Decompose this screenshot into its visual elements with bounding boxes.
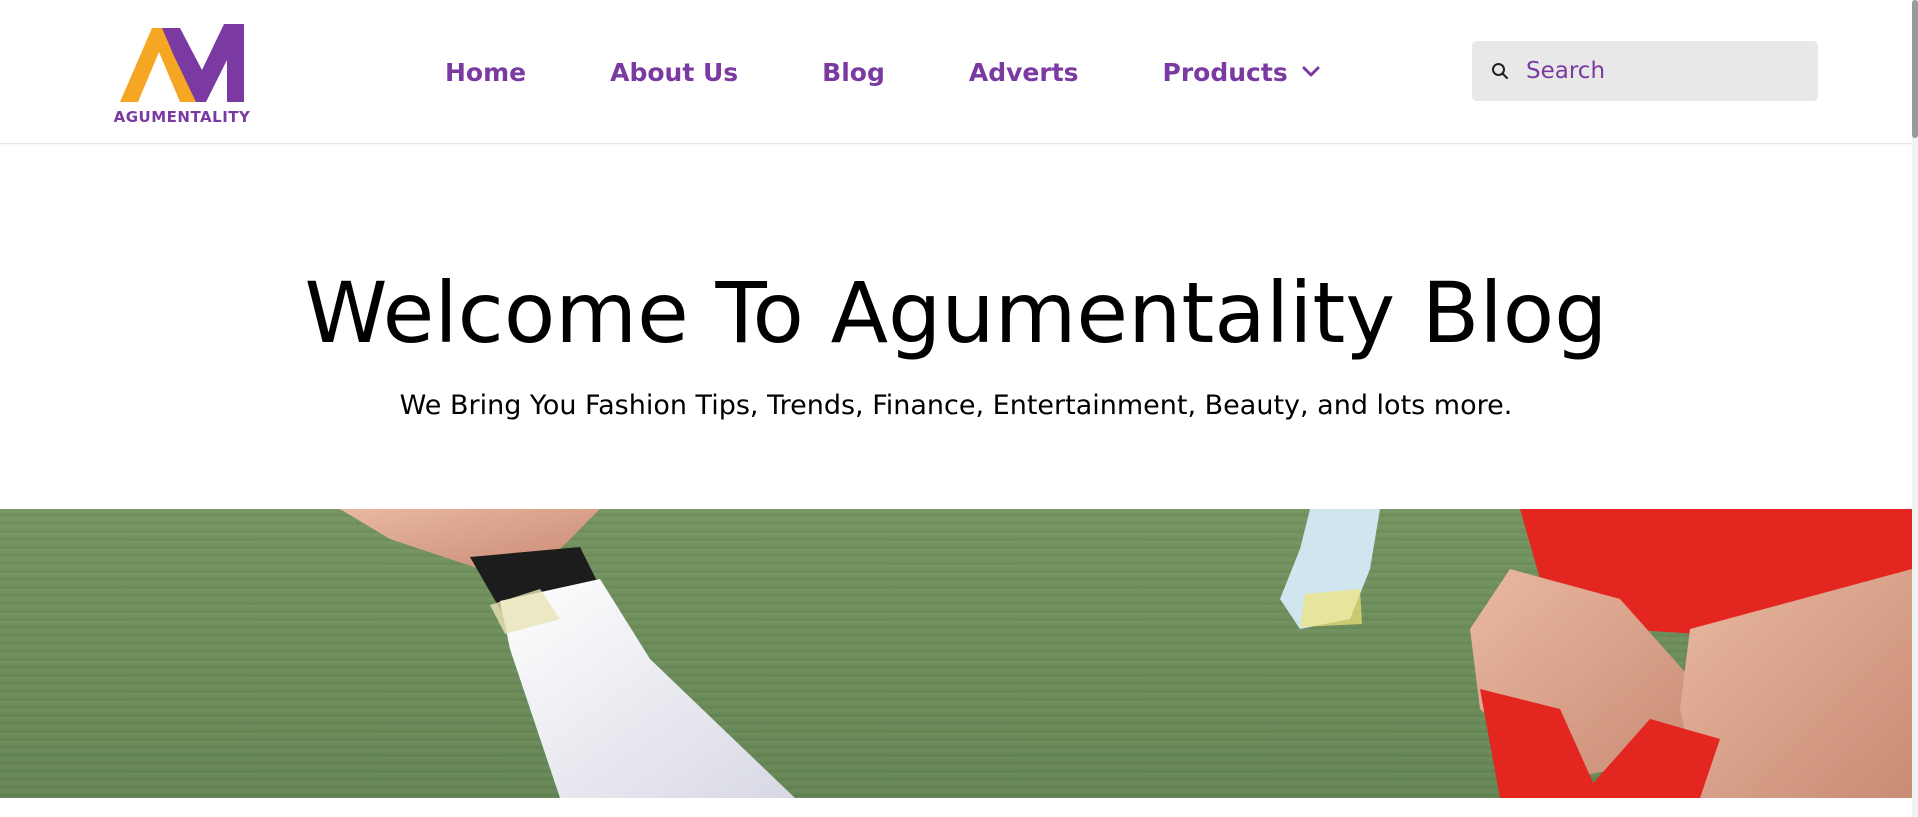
- soccer-players-on-grass-photo: [0, 509, 1912, 798]
- search-icon: [1492, 63, 1508, 79]
- am-monogram-logo: [120, 24, 244, 102]
- hero-subtitle: We Bring You Fashion Tips, Trends, Finan…: [399, 390, 1513, 421]
- logo[interactable]: AGUMENTALITY: [110, 20, 254, 128]
- search-box[interactable]: [1472, 41, 1818, 101]
- page: AGUMENTALITY Home About Us Blog Adverts …: [0, 0, 1918, 817]
- nav-adverts-link[interactable]: Adverts: [969, 58, 1079, 87]
- main-nav: Home About Us Blog Adverts Products: [445, 52, 1320, 92]
- nav-blog-link[interactable]: Blog: [822, 58, 885, 87]
- nav-products-dropdown[interactable]: Products: [1163, 58, 1320, 87]
- scrollbar-thumb[interactable]: [1912, 0, 1918, 138]
- hero-title: Welcome To Agumentality Blog: [304, 264, 1608, 362]
- nav-products-label: Products: [1162, 57, 1288, 87]
- hero-image: [0, 509, 1912, 798]
- page-scrollbar[interactable]: [1912, 0, 1918, 817]
- search-input[interactable]: [1526, 58, 1806, 84]
- site-header: AGUMENTALITY Home About Us Blog Adverts …: [0, 0, 1912, 144]
- nav-home-link[interactable]: Home: [445, 58, 526, 87]
- nav-about-us-link[interactable]: About Us: [610, 58, 738, 87]
- chevron-down-icon: [1302, 66, 1320, 77]
- page-bottom-strip: [0, 798, 1912, 817]
- logo-text: AGUMENTALITY: [113, 108, 251, 126]
